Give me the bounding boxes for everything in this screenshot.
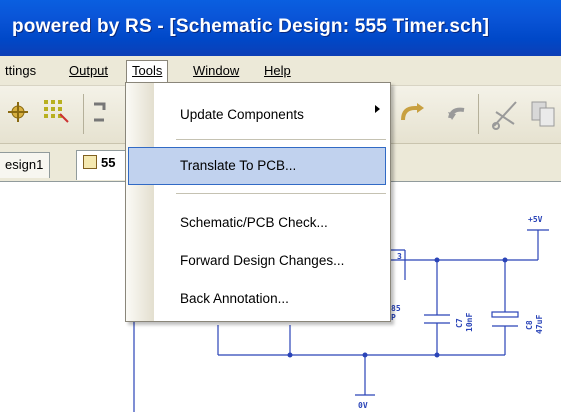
menu-settings[interactable]: ttings: [0, 60, 41, 82]
toolbar-separator: [83, 94, 84, 134]
component-icon[interactable]: [4, 98, 32, 128]
menu-gutter: [126, 83, 154, 321]
wire-tool-icon[interactable]: [90, 96, 124, 132]
cut-icon[interactable]: [488, 96, 522, 132]
label-pin3: 3: [397, 252, 402, 261]
menu-window[interactable]: Window: [188, 60, 244, 82]
menu-item-back-annotation[interactable]: Back Annotation...: [180, 287, 289, 311]
copy-icon[interactable]: [528, 96, 558, 132]
label-part-1: 85: [391, 304, 401, 313]
title-bar: powered by RS - [Schematic Design: 555 T…: [0, 0, 561, 56]
label-c8-value: 47uF: [535, 315, 544, 334]
menu-separator: [176, 193, 386, 194]
label-ground: 0V: [358, 401, 368, 410]
label-part-2: P: [391, 313, 396, 322]
menu-tools[interactable]: Tools: [126, 60, 169, 82]
menu-item-forward-design-changes[interactable]: Forward Design Changes...: [180, 249, 344, 273]
menu-output[interactable]: Output: [64, 60, 113, 82]
window-title: powered by RS - [Schematic Design: 555 T…: [12, 16, 490, 37]
label-c8-ref: C8: [525, 320, 534, 330]
menu-window-label: Window: [193, 63, 240, 78]
toolbar-separator: [478, 94, 479, 134]
menu-item-schematic-pcb-check[interactable]: Schematic/PCB Check...: [180, 211, 328, 235]
menu-help[interactable]: Help: [259, 60, 296, 82]
grid-icon[interactable]: [42, 96, 70, 128]
redo-icon[interactable]: [395, 100, 429, 130]
menu-tools-label: Tools: [132, 63, 163, 78]
label-c7-ref: C7: [455, 318, 464, 328]
label-c7-value: 10nF: [465, 313, 474, 332]
menu-item-update-components[interactable]: Update Components: [180, 103, 304, 127]
tools-dropdown-menu: Update Components Translate To PCB... Sc…: [125, 82, 391, 322]
tab-design1[interactable]: esign1: [0, 152, 51, 178]
menu-separator: [176, 139, 386, 140]
menu-item-translate-to-pcb[interactable]: Translate To PCB...: [180, 154, 296, 178]
undo-icon[interactable]: [442, 100, 472, 130]
menu-output-label: Output: [69, 63, 109, 78]
menu-help-label: Help: [264, 63, 291, 78]
schematic-doc-icon: [83, 155, 97, 169]
submenu-arrow-icon: [375, 105, 380, 113]
label-vplus: +5V: [528, 215, 543, 224]
